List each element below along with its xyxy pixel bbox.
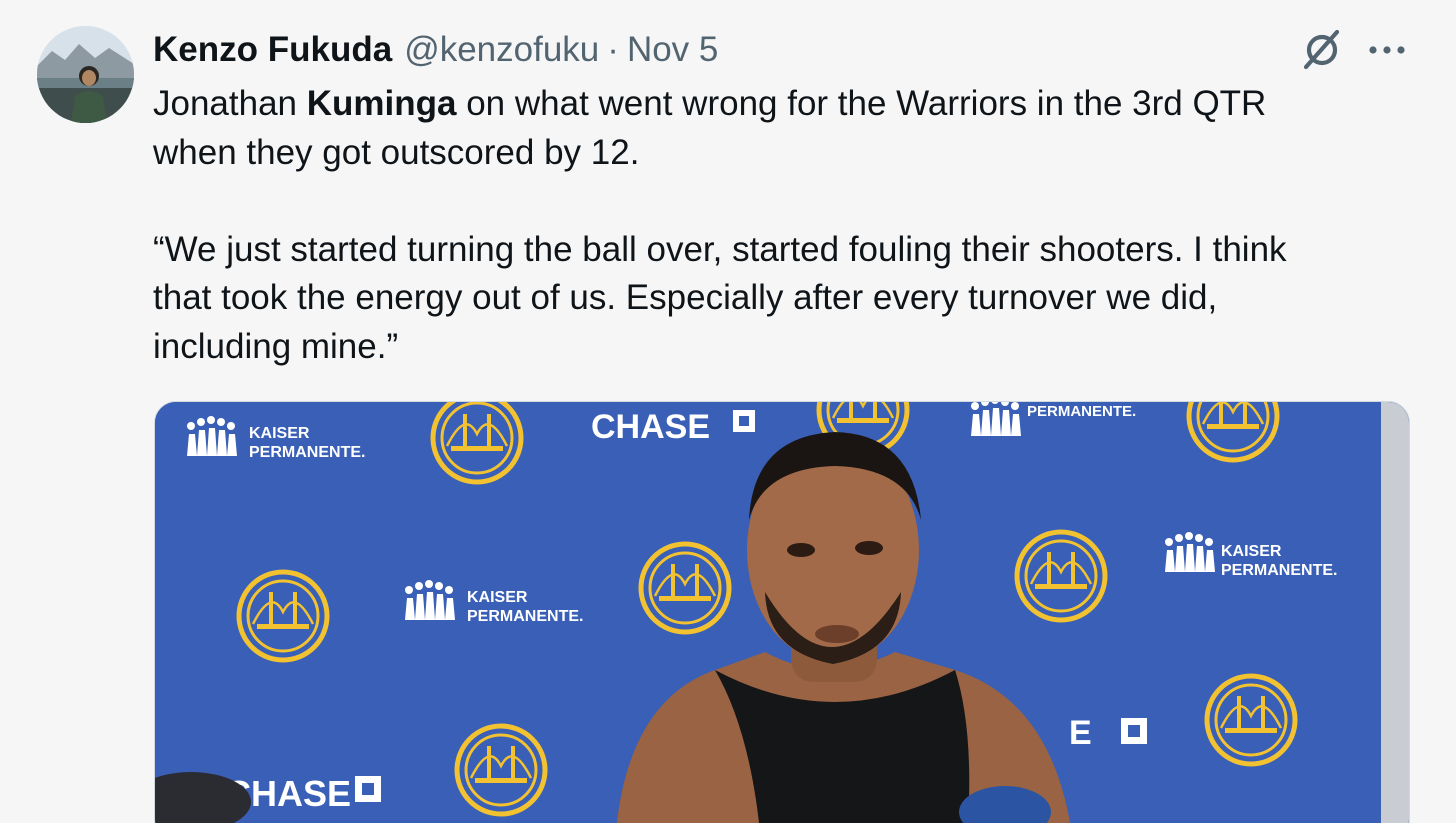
tweet-text: Jonathan Kuminga on what went wrong for … [153, 80, 1413, 371]
text-span: on what went wrong for the Warriors in t… [456, 84, 1267, 123]
kaiser-text: PERMANENTE. [249, 444, 365, 461]
tweet-header: Kenzo Fukuda @kenzofuku · Nov 5 [153, 28, 718, 72]
tweet-text-line: including mine.” [153, 326, 399, 366]
tweet-text-line: when they got outscored by 12. [153, 132, 640, 172]
tweet-text-line: Jonathan Kuminga on what went wrong for … [153, 80, 1413, 129]
header-separator: · [607, 30, 619, 69]
text-span: Jonathan [153, 84, 307, 123]
press-conference-image: KAISER PERMANENTE. CHASE PERMANENTE. KAI… [155, 402, 1409, 823]
more-dots-icon [1369, 46, 1405, 54]
grok-icon [1303, 29, 1340, 70]
avatar[interactable] [37, 26, 134, 123]
kaiser-text: PERMANENTE. [1221, 562, 1337, 579]
avatar-photo [37, 26, 134, 123]
chase-text: CHASE [591, 408, 710, 446]
kaiser-text: PERMANENTE. [1027, 403, 1136, 420]
author-handle[interactable]: @kenzofuku [404, 30, 599, 70]
kaiser-text: PERMANENTE. [467, 608, 583, 625]
chase-text-partial: E [1069, 714, 1092, 752]
more-options-button[interactable] [1364, 30, 1410, 70]
author-name[interactable]: Kenzo Fukuda [153, 30, 392, 70]
kaiser-text: KAISER [249, 425, 310, 442]
kaiser-text: KAISER [1221, 543, 1282, 560]
tweet-text-line: that took the energy out of us. Especial… [153, 278, 1218, 317]
kaiser-text: KAISER [467, 589, 528, 606]
highlighted-name: Kuminga [306, 84, 457, 123]
grok-button[interactable] [1298, 28, 1346, 72]
tweet-media-video[interactable]: KAISER PERMANENTE. CHASE PERMANENTE. KAI… [154, 401, 1410, 823]
tweet-card[interactable]: Kenzo Fukuda @kenzofuku · Nov 5 Jonathan… [0, 0, 1456, 823]
tweet-date[interactable]: Nov 5 [627, 30, 718, 70]
tweet-text-line: “We just started turning the ball over, … [153, 229, 1287, 269]
